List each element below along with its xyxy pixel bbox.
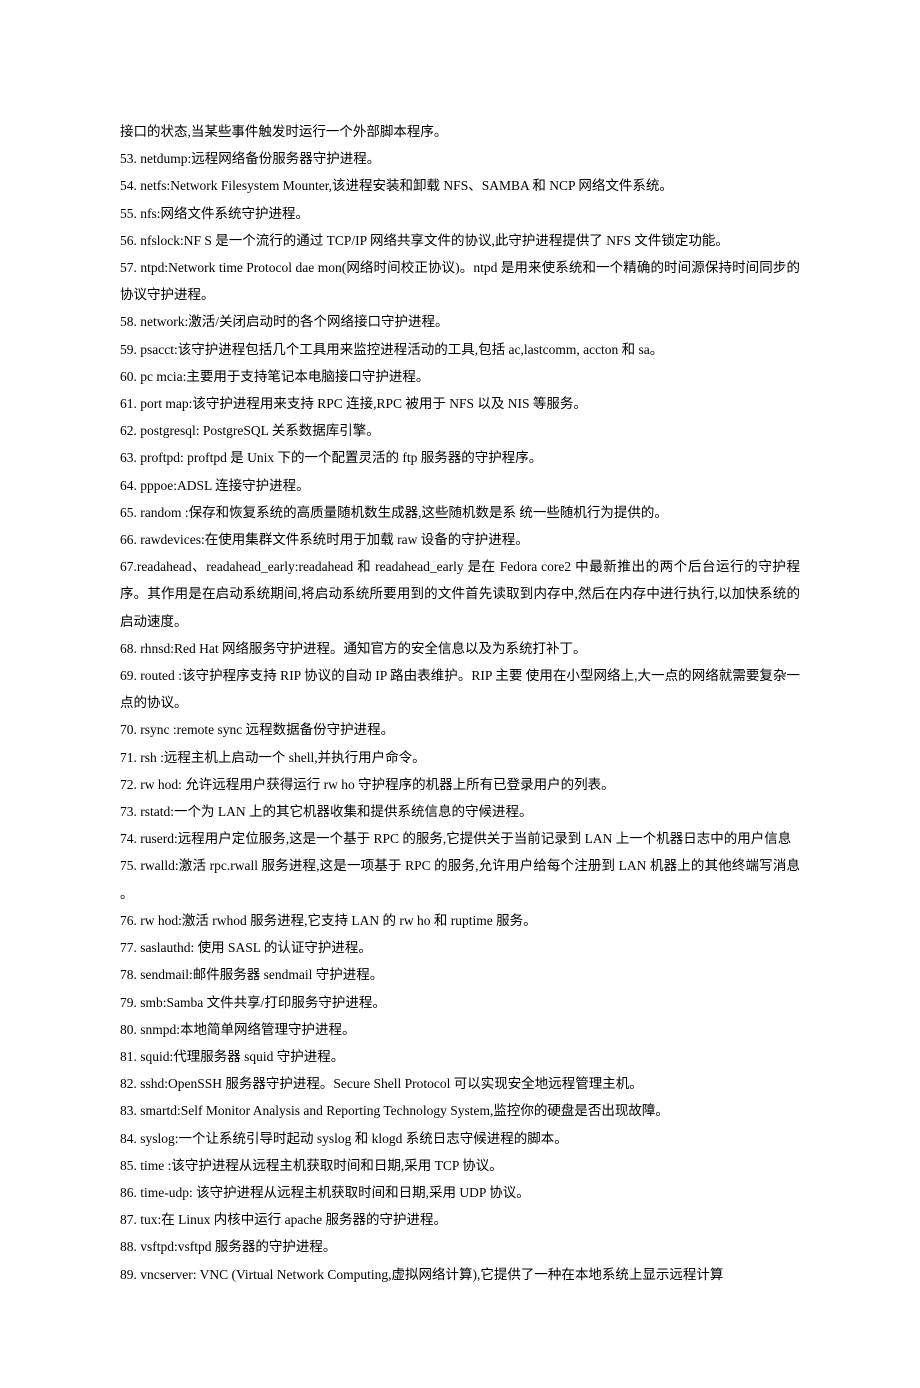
- document-line: 60. pc mcia:主要用于支持笔记本电脑接口守护进程。: [120, 363, 800, 390]
- document-line: 72. rw hod: 允许远程用户获得运行 rw ho 守护程序的机器上所有已…: [120, 771, 800, 798]
- document-line: 58. network:激活/关闭启动时的各个网络接口守护进程。: [120, 308, 800, 335]
- document-line: 86. time-udp: 该守护进程从远程主机获取时间和日期,采用 UDP 协…: [120, 1179, 800, 1206]
- document-line: 89. vncserver: VNC (Virtual Network Comp…: [120, 1261, 800, 1288]
- document-line: 64. pppoe:ADSL 连接守护进程。: [120, 472, 800, 499]
- document-line: 65. random :保存和恢复系统的高质量随机数生成器,这些随机数是系 统一…: [120, 499, 800, 526]
- document-line: 67.readahead、readahead_early:readahead 和…: [120, 553, 800, 635]
- document-line: 77. saslauthd: 使用 SASL 的认证守护进程。: [120, 934, 800, 961]
- document-line: 76. rw hod:激活 rwhod 服务进程,它支持 LAN 的 rw ho…: [120, 907, 800, 934]
- document-line: 接口的状态,当某些事件触发时运行一个外部脚本程序。: [120, 118, 800, 145]
- document-line: 80. snmpd:本地简单网络管理守护进程。: [120, 1016, 800, 1043]
- document-line: 88. vsftpd:vsftpd 服务器的守护进程。: [120, 1233, 800, 1260]
- document-line: 84. syslog:一个让系统引导时起动 syslog 和 klogd 系统日…: [120, 1125, 800, 1152]
- document-line: 56. nfslock:NF S 是一个流行的通过 TCP/IP 网络共享文件的…: [120, 227, 800, 254]
- document-line: 61. port map:该守护进程用来支持 RPC 连接,RPC 被用于 NF…: [120, 390, 800, 417]
- document-line: 74. ruserd:远程用户定位服务,这是一个基于 RPC 的服务,它提供关于…: [120, 825, 800, 852]
- document-line: 66. rawdevices:在使用集群文件系统时用于加载 raw 设备的守护进…: [120, 526, 800, 553]
- document-line: 83. smartd:Self Monitor Analysis and Rep…: [120, 1097, 800, 1124]
- document-page: 接口的状态,当某些事件触发时运行一个外部脚本程序。53. netdump:远程网…: [0, 0, 920, 1388]
- document-line: 53. netdump:远程网络备份服务器守护进程。: [120, 145, 800, 172]
- document-line: 68. rhnsd:Red Hat 网络服务守护进程。通知官方的安全信息以及为系…: [120, 635, 800, 662]
- document-line: 81. squid:代理服务器 squid 守护进程。: [120, 1043, 800, 1070]
- document-line: 57. ntpd:Network time Protocol dae mon(网…: [120, 254, 800, 308]
- document-line: 78. sendmail:邮件服务器 sendmail 守护进程。: [120, 961, 800, 988]
- document-line: 87. tux:在 Linux 内核中运行 apache 服务器的守护进程。: [120, 1206, 800, 1233]
- document-line: 69. routed :该守护程序支持 RIP 协议的自动 IP 路由表维护。R…: [120, 662, 800, 716]
- document-line: 73. rstatd:一个为 LAN 上的其它机器收集和提供系统信息的守候进程。: [120, 798, 800, 825]
- document-line: 63. proftpd: proftpd 是 Unix 下的一个配置灵活的 ft…: [120, 444, 800, 471]
- document-line: 59. psacct:该守护进程包括几个工具用来监控进程活动的工具,包括 ac,…: [120, 336, 800, 363]
- document-line: 75. rwalld:激活 rpc.rwall 服务进程,这是一项基于 RPC …: [120, 852, 800, 906]
- document-line: 79. smb:Samba 文件共享/打印服务守护进程。: [120, 989, 800, 1016]
- document-line: 71. rsh :远程主机上启动一个 shell,并执行用户命令。: [120, 744, 800, 771]
- document-line: 70. rsync :remote sync 远程数据备份守护进程。: [120, 716, 800, 743]
- document-line: 85. time :该守护进程从远程主机获取时间和日期,采用 TCP 协议。: [120, 1152, 800, 1179]
- document-line: 55. nfs:网络文件系统守护进程。: [120, 200, 800, 227]
- document-line: 82. sshd:OpenSSH 服务器守护进程。Secure Shell Pr…: [120, 1070, 800, 1097]
- document-line: 62. postgresql: PostgreSQL 关系数据库引擎。: [120, 417, 800, 444]
- document-line: 54. netfs:Network Filesystem Mounter,该进程…: [120, 172, 800, 199]
